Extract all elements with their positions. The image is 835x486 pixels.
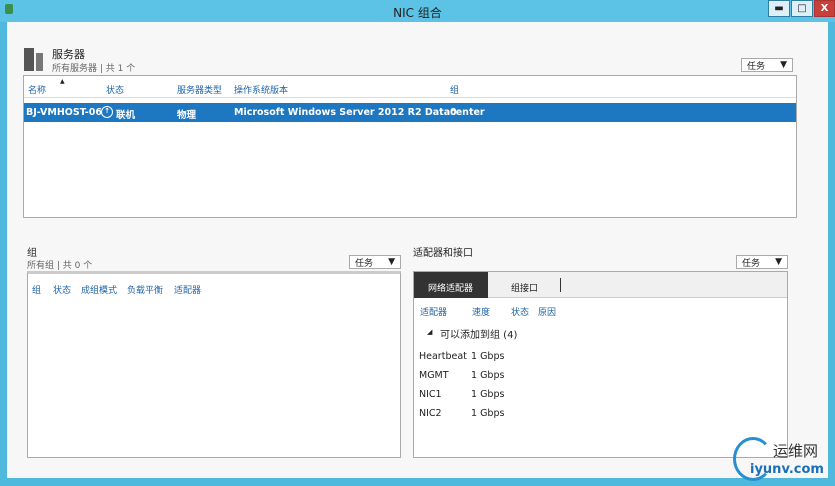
server-type: 物理 [177,110,197,121]
dropdown-arrow-icon: ▼ [388,257,395,267]
col-group[interactable]: 组 [32,283,41,296]
server-icon-2 [36,53,43,71]
groups-subtitle: 所有组 | 共 0 个 [27,261,93,271]
tasks-label: 任务 [742,258,761,269]
dropdown-arrow-icon: ▼ [775,257,782,267]
adapter-list: Heartbeat 1 Gbps MGMT 1 Gbps NIC1 1 Gbps NI… [419,347,504,423]
adapter-name: MGMT [419,370,449,381]
tab-team-interfaces[interactable]: 组接口 [511,281,538,294]
groups-tasks-dropdown[interactable]: 任务 ▼ [349,255,401,269]
table-header: 名称 ▲ 状态 服务器类型 操作系统版本 组 [24,76,796,98]
col-mode[interactable]: 成组模式 [81,283,117,296]
list-item[interactable]: NIC2 1 Gbps [419,404,504,423]
maximize-button[interactable]: □ [791,0,813,17]
close-button[interactable]: X [814,0,835,17]
col-status[interactable]: 状态 [106,83,124,96]
watermark-url: iyunv.com [750,462,824,477]
groups-table: 组 状态 成组模式 负载平衡 适配器 [27,271,401,458]
adapter-speed: 1 Gbps [471,351,505,362]
server-name: BJ-VMHOST-06 [26,107,102,118]
adapter-speed: 1 Gbps [471,370,505,381]
online-icon: ↑ [101,106,113,118]
tab-network-adapters[interactable]: 网络适配器 [414,272,488,298]
col-name[interactable]: 名称 [28,83,46,96]
window-title: NIC 组合 [393,6,442,20]
dropdown-arrow-icon: ▼ [780,60,787,70]
tasks-label: 任务 [747,61,766,72]
adapter-name: Heartbeat [419,351,467,362]
col-adapter[interactable]: 适配器 [420,305,447,318]
servers-tasks-dropdown[interactable]: 任务 ▼ [741,58,793,72]
col-status[interactable]: 状态 [511,305,529,318]
server-status: 联机 [116,110,136,121]
sort-asc-icon: ▲ [60,78,65,85]
list-item[interactable]: Heartbeat 1 Gbps [419,347,504,366]
minimize-button[interactable]: ▬ [768,0,790,17]
adapter-speed: 1 Gbps [471,389,505,400]
adapters-title: 适配器和接口 [413,248,473,259]
col-os[interactable]: 操作系统版本 [234,83,288,96]
col-type[interactable]: 服务器类型 [177,83,222,96]
servers-subtitle: 所有服务器 | 共 1 个 [52,64,136,74]
watermark-text: 运维网 [773,442,819,460]
server-os: Microsoft Windows Server 2012 R2 Datacen… [234,107,485,118]
server-icon [24,48,34,71]
tasks-label: 任务 [355,258,374,269]
adapters-panel: 网络适配器 组接口 适配器 速度 状态 原因 ◢ 可以添加到组 (4) Hear… [413,271,788,458]
list-item[interactable]: NIC1 1 Gbps [419,385,504,404]
title-bar: NIC 组合 ▬ □ X [0,0,835,22]
collapse-icon[interactable]: ◢ [427,328,432,336]
list-item[interactable]: MGMT 1 Gbps [419,366,504,385]
adapters-tasks-dropdown[interactable]: 任务 ▼ [736,255,788,269]
adapter-speed: 1 Gbps [471,408,505,419]
groups-title: 组 [27,248,37,259]
tab-divider [560,278,561,292]
servers-table: 名称 ▲ 状态 服务器类型 操作系统版本 组 BJ-VMHOST-06 ↑ 联机… [23,75,797,218]
col-status[interactable]: 状态 [53,283,71,296]
col-adapters[interactable]: 适配器 [174,283,201,296]
col-speed[interactable]: 速度 [472,305,490,318]
col-reason[interactable]: 原因 [538,305,556,318]
servers-title: 服务器 [52,48,85,61]
col-load-balance[interactable]: 负载平衡 [127,283,163,296]
adapter-name: NIC2 [419,408,442,419]
group-label: 可以添加到组 (4) [440,330,518,341]
table-row[interactable]: BJ-VMHOST-06 ↑ 联机 物理 Microsoft Windows S… [24,103,796,122]
adapter-name: NIC1 [419,389,442,400]
server-group: 0 [450,107,457,118]
col-group[interactable]: 组 [450,83,459,96]
